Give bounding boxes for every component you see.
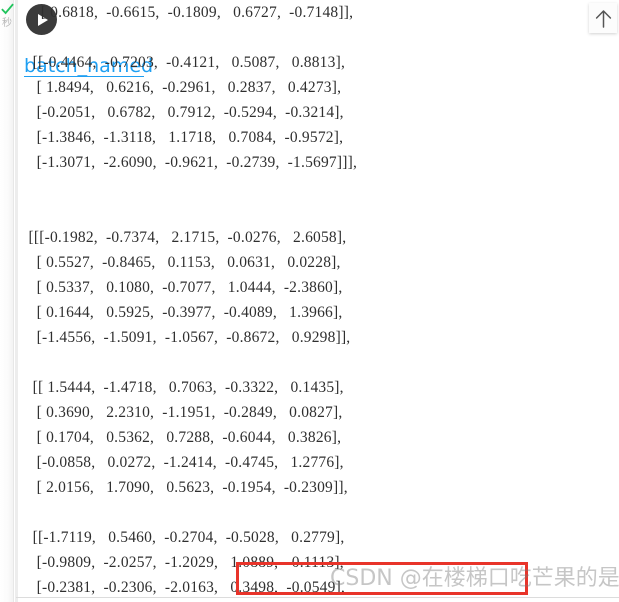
output-line: [ 0.1704, 0.5362, 0.7288, -0.6044, 0.382… — [0, 429, 342, 446]
output-line: [ 0.5527, -0.8465, 0.1153, 0.0631, 0.022… — [0, 254, 341, 271]
output-line: [[[-0.1982, -0.7374, 2.1715, -0.0276, 2.… — [0, 229, 347, 246]
output-line: [-1.4556, -1.5091, -1.0567, -0.8672, 0.9… — [0, 329, 351, 346]
output-line: [-0.9809, -2.0257, -1.2029, 1.0889, -0.1… — [0, 554, 344, 571]
output-line: [ 0.1644, 0.5925, -0.3977, -0.4089, 1.39… — [0, 304, 343, 321]
output-line: [ 0.5337, 0.1080, -0.7077, 1.0444, -2.38… — [0, 279, 343, 296]
output-blank-line — [0, 200, 585, 225]
output-line: [[ 1.5444, -1.4718, 0.7063, -0.3322, 0.1… — [0, 379, 344, 396]
output-line: [-0.0858, 0.0272, -1.2414, -0.4745, 1.27… — [0, 454, 344, 471]
output-line: [ 1.8494, 0.6216, -0.2961, 0.2837, 0.427… — [0, 79, 342, 96]
notebook-output-panel: 秒 batch_named [ 0.6818, -0.6615, -0.1809… — [0, 0, 619, 602]
output-line: [ 0.6818, -0.6615, -0.1809, 0.6727, -0.7… — [0, 4, 354, 21]
output-line: [-0.2051, 0.6782, 0.7912, -0.5294, -0.32… — [0, 104, 344, 121]
output-line: [-1.3846, -1.3118, 1.1718, 0.7084, -0.95… — [0, 129, 344, 146]
bottom-divider — [16, 597, 619, 598]
output-line: [[-1.7119, 0.5460, -0.2704, -0.5028, 0.2… — [0, 529, 345, 546]
output-line: [-1.3071, -2.6090, -0.9621, -0.2739, -1.… — [0, 154, 358, 171]
output-blank-line — [0, 25, 585, 50]
output-blank-line — [0, 500, 585, 525]
output-line: [ 0.3690, 2.2310, -1.1951, -0.2849, 0.08… — [0, 404, 343, 421]
output-line: [ 2.0156, 1.7090, 0.5623, -0.1954, -0.23… — [0, 479, 348, 496]
scroll-to-top-button[interactable] — [589, 3, 617, 33]
arrow-up-icon — [595, 9, 611, 28]
output-blank-line — [0, 175, 585, 200]
output-line: [[-0.4464, -0.7203, -0.4121, 0.5087, 0.8… — [0, 54, 346, 71]
output-blank-line — [0, 350, 585, 375]
tensor-output-text: [ 0.6818, -0.6615, -0.1809, 0.6727, -0.7… — [0, 0, 585, 602]
